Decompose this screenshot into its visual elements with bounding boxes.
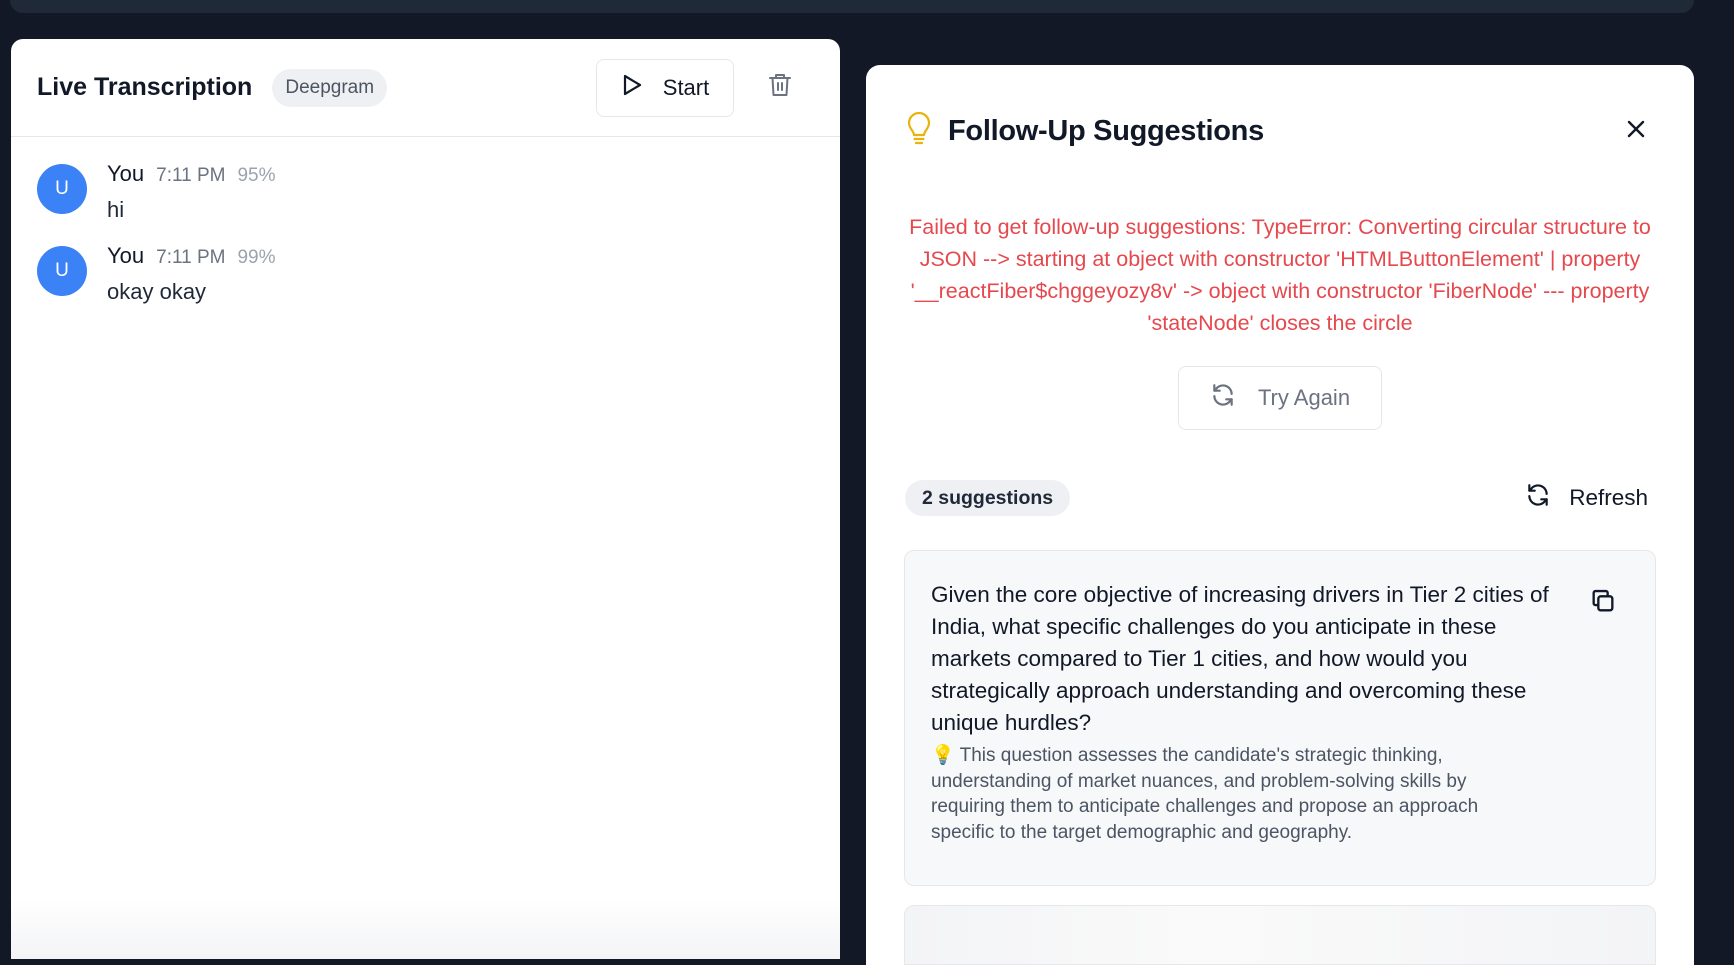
message-text: hi	[107, 197, 125, 222]
message-text: okay okay	[107, 279, 207, 304]
avatar: U	[37, 246, 87, 296]
message-confidence: 95%	[237, 165, 276, 186]
start-button[interactable]: Start	[596, 58, 734, 117]
avatar: U	[37, 164, 87, 214]
refresh-icon	[1210, 382, 1236, 414]
clear-button[interactable]	[756, 64, 804, 112]
try-again-button[interactable]: Try Again	[1178, 366, 1382, 430]
refresh-label: Refresh	[1569, 485, 1648, 510]
copy-button[interactable]	[1589, 587, 1619, 617]
top-bar	[10, 0, 1694, 13]
suggestion-card: Given the core objective of increasing d…	[904, 550, 1656, 886]
suggestion-card-loading	[904, 905, 1656, 965]
try-again-label: Try Again	[1257, 385, 1351, 410]
close-icon	[1626, 119, 1646, 144]
close-button[interactable]	[1618, 113, 1654, 149]
start-label: Start	[662, 74, 710, 100]
message-time: 7:11 PM	[156, 165, 226, 186]
suggestion-question: Given the core objective of increasing d…	[931, 582, 1549, 735]
copy-icon	[1589, 589, 1617, 619]
refresh-icon	[1525, 482, 1551, 514]
transcript-item: U You 7:11 PM 95% hi	[37, 161, 814, 223]
error-message: Failed to get follow-up suggestions: Typ…	[909, 215, 1651, 335]
lightbulb-icon	[906, 111, 932, 151]
transcription-header: Live Transcription Deepgram Start	[11, 39, 840, 137]
message-confidence: 99%	[237, 247, 276, 268]
transcript-item: U You 7:11 PM 99% okay okay	[37, 243, 814, 305]
follow-up-header: Follow-Up Suggestions	[906, 111, 1654, 151]
suggestion-count-badge: 2 suggestions	[905, 480, 1071, 516]
follow-up-panel: Follow-Up Suggestions Failed to get foll…	[866, 65, 1694, 965]
panel-title: Follow-Up Suggestions	[948, 114, 1264, 147]
message-author: You	[107, 161, 145, 186]
provider-badge: Deepgram	[272, 68, 388, 107]
suggestion-reason: 💡 This question assesses the candidate's…	[931, 745, 1479, 843]
message-author: You	[107, 243, 145, 268]
message-time: 7:11 PM	[156, 247, 226, 268]
trash-icon	[768, 72, 792, 103]
play-icon	[621, 73, 643, 103]
transcription-panel: Live Transcription Deepgram Start U You …	[11, 39, 840, 959]
panel-title: Live Transcription	[37, 73, 253, 101]
transcript-list: U You 7:11 PM 95% hi U You 7:11 PM 99% o…	[11, 137, 840, 305]
bottom-fade	[11, 899, 840, 959]
refresh-button[interactable]: Refresh	[1525, 477, 1654, 519]
